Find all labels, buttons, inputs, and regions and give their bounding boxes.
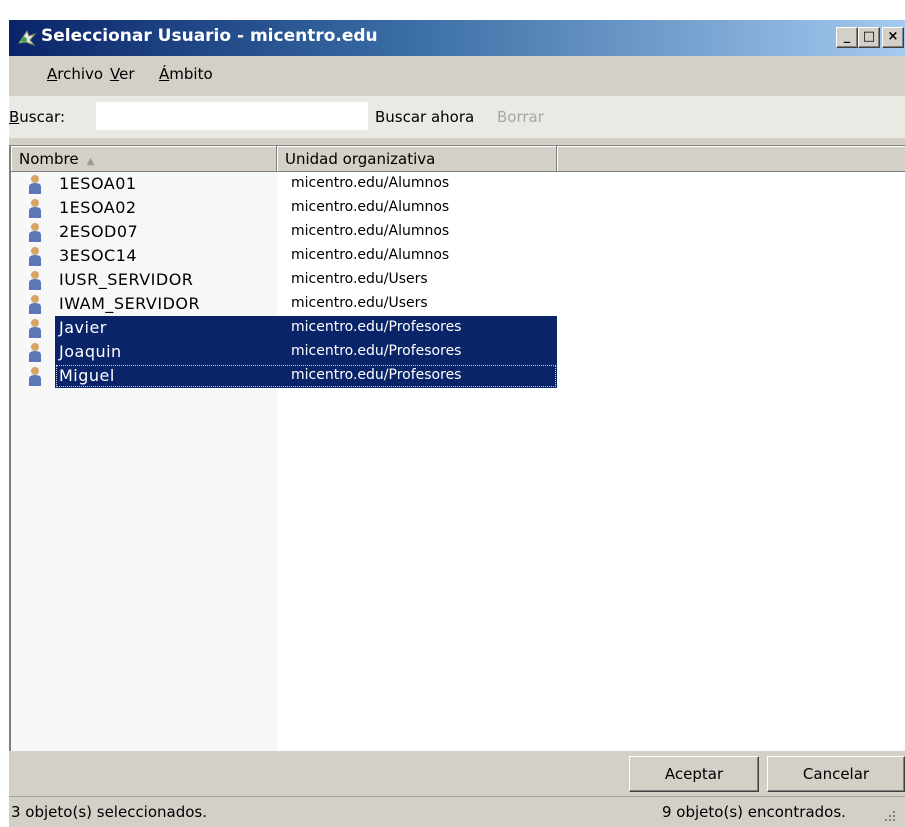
- user-list[interactable]: Nombre ▲ Unidad organizativa 1ESOA01 mice…: [9, 145, 905, 751]
- list-item[interactable]: 3ESOC14 micentro.edu/Alumnos: [11, 244, 557, 268]
- user-ou: micentro.edu/Profesores: [291, 367, 462, 383]
- window-title: Seleccionar Usuario - micentro.edu: [41, 26, 378, 46]
- column-header-empty: [557, 146, 905, 172]
- search-label: Buscar:: [9, 108, 66, 126]
- button-bar: Aceptar Cancelar: [9, 751, 905, 795]
- list-item[interactable]: IWAM_SERVIDOR micentro.edu/Users: [11, 292, 557, 316]
- user-name: Joaquin: [59, 342, 122, 361]
- menu-ambito[interactable]: Ámbito: [159, 65, 213, 83]
- user-name: IUSR_SERVIDOR: [59, 270, 194, 289]
- user-icon: [29, 223, 41, 242]
- sort-ascending-icon: ▲: [86, 156, 95, 167]
- column-header-ou[interactable]: Unidad organizativa: [277, 146, 557, 172]
- search-bar: Buscar: Buscar ahora Borrar: [9, 96, 905, 138]
- list-item[interactable]: Miguel micentro.edu/Profesores: [11, 364, 557, 388]
- user-name: Javier: [59, 318, 107, 337]
- user-name: IWAM_SERVIDOR: [59, 294, 201, 313]
- user-icon: [29, 319, 41, 338]
- list-item[interactable]: 1ESOA02 micentro.edu/Alumnos: [11, 196, 557, 220]
- user-name: Miguel: [59, 366, 115, 385]
- user-icon: [29, 367, 41, 386]
- user-ou: micentro.edu/Alumnos: [291, 223, 450, 239]
- list-item[interactable]: Javier micentro.edu/Profesores: [11, 316, 557, 340]
- user-name: 1ESOA01: [59, 174, 137, 193]
- list-item[interactable]: IUSR_SERVIDOR micentro.edu/Users: [11, 268, 557, 292]
- select-user-dialog: Seleccionar Usuario - micentro.edu _ □ ×…: [9, 20, 905, 827]
- user-ou: micentro.edu/Profesores: [291, 343, 462, 359]
- close-icon: ×: [887, 29, 899, 44]
- user-name: 3ESOC14: [59, 246, 138, 265]
- menu-bar: Archivo Ver Ámbito: [9, 56, 905, 94]
- status-bar: 3 objeto(s) seleccionados. 9 objeto(s) e…: [9, 796, 905, 827]
- accept-button[interactable]: Aceptar: [629, 756, 759, 792]
- column-header-name-label: Nombre: [19, 150, 79, 168]
- user-ou: micentro.edu/Alumnos: [291, 247, 450, 263]
- search-input[interactable]: [96, 102, 368, 130]
- clear-button[interactable]: Borrar: [497, 108, 544, 126]
- found-count: 9 objeto(s) encontrados.: [662, 803, 846, 821]
- list-item[interactable]: 2ESOD07 micentro.edu/Alumnos: [11, 220, 557, 244]
- menu-archivo[interactable]: Archivo: [47, 65, 103, 83]
- list-item[interactable]: 1ESOA01 micentro.edu/Alumnos: [11, 172, 557, 196]
- column-header-ou-label: Unidad organizativa: [285, 150, 436, 168]
- minimize-icon: _: [843, 29, 851, 44]
- resize-grip-icon[interactable]: [881, 807, 897, 823]
- selected-count: 3 objeto(s) seleccionados.: [11, 803, 208, 821]
- user-icon: [29, 271, 41, 290]
- user-ou: micentro.edu/Profesores: [291, 319, 462, 335]
- user-ou: micentro.edu/Users: [291, 295, 428, 311]
- user-icon: [29, 175, 41, 194]
- user-name: 2ESOD07: [59, 222, 139, 241]
- title-bar[interactable]: Seleccionar Usuario - micentro.edu _ □ ×: [9, 20, 905, 56]
- user-icon: [29, 199, 41, 218]
- menu-ver[interactable]: Ver: [110, 65, 135, 83]
- user-icon: [29, 247, 41, 266]
- maximize-button[interactable]: □: [858, 27, 880, 48]
- cancel-button[interactable]: Cancelar: [767, 756, 905, 792]
- column-header-name[interactable]: Nombre ▲: [11, 146, 277, 172]
- user-ou: micentro.edu/Alumnos: [291, 199, 450, 215]
- select-users-icon: [17, 29, 37, 47]
- user-icon: [29, 343, 41, 362]
- minimize-button[interactable]: _: [836, 27, 858, 48]
- maximize-icon: □: [862, 29, 876, 44]
- search-now-button[interactable]: Buscar ahora: [375, 108, 474, 126]
- list-item[interactable]: Joaquin micentro.edu/Profesores: [11, 340, 557, 364]
- user-ou: micentro.edu/Alumnos: [291, 175, 450, 191]
- close-button[interactable]: ×: [882, 27, 904, 48]
- user-name: 1ESOA02: [59, 198, 137, 217]
- user-ou: micentro.edu/Users: [291, 271, 428, 287]
- user-icon: [29, 295, 41, 314]
